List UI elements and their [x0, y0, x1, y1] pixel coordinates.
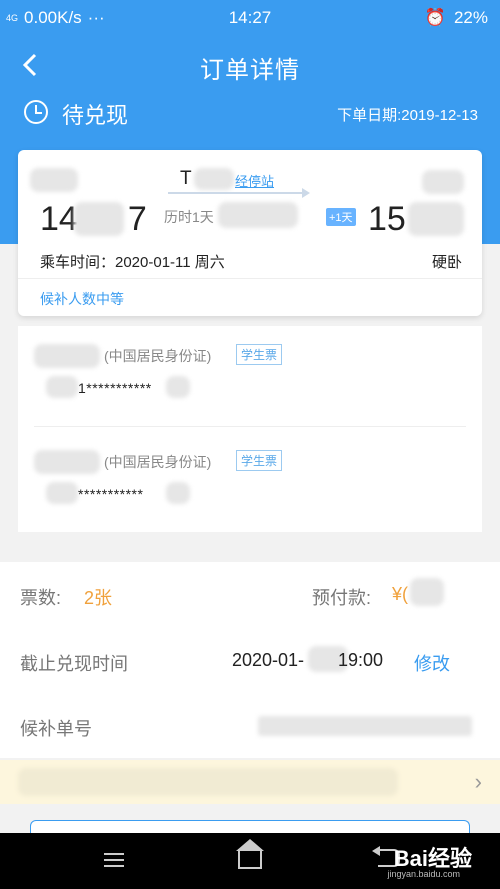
ticket-count-label: 票数: — [20, 588, 62, 608]
order-number-label: 候补单号 — [20, 719, 92, 739]
id-number: 1*********** — [78, 380, 152, 396]
page-title: 订单详情 — [200, 57, 300, 84]
train-number-redacted — [194, 168, 234, 190]
prepay-value: ¥( — [392, 584, 409, 604]
clock-icon — [24, 100, 48, 124]
order-number-redacted — [258, 716, 472, 736]
arrival-station-redacted — [422, 170, 464, 194]
id-type: (中国居民身份证) — [104, 454, 212, 470]
passenger-item[interactable]: (中国居民身份证) 学生票 *********** — [18, 432, 482, 532]
student-ticket-tag: 学生票 — [236, 450, 283, 471]
baidu-watermark-url: jingyan.baidu.com — [387, 869, 460, 879]
id-number: *********** — [78, 486, 144, 502]
id-number-redacted — [166, 376, 190, 398]
ticket-count: 2张 — [84, 588, 113, 608]
passenger-name-redacted — [34, 344, 100, 368]
trip-duration: 历时1天 — [164, 209, 214, 225]
deadline-time: 19:00 — [338, 650, 384, 670]
arrival-time-redacted — [408, 202, 464, 236]
id-type: (中国居民身份证) — [104, 348, 212, 364]
plus-days-badge: +1天 — [326, 208, 356, 226]
order-summary: 票数: 2张 预付款: ¥( 截止兑现时间 2020-01- 19:00 修改 … — [0, 562, 500, 758]
deadline-label: 截止兑现时间 — [20, 654, 128, 674]
passenger-divider — [34, 426, 466, 427]
stops-link[interactable]: 经停站 — [235, 171, 274, 190]
duration-redacted — [218, 202, 298, 228]
battery-level: 22% — [453, 8, 488, 27]
card-divider — [18, 278, 482, 279]
passenger-name-redacted — [34, 450, 100, 474]
passenger-list: (中国居民身份证) 学生票 1*********** (中国居民身份证) 学生票… — [18, 326, 482, 532]
id-number-redacted — [46, 482, 78, 504]
menu-icon[interactable] — [104, 853, 124, 867]
order-status: 待兑现 — [62, 103, 129, 128]
order-date: 下单日期:2019-12-13 — [337, 107, 478, 124]
departure-time-minute: 7 — [127, 200, 147, 238]
nav-bar: 订单详情 — [0, 36, 500, 96]
departure-time-redacted — [74, 202, 124, 236]
notice-banner[interactable]: › — [0, 760, 500, 804]
system-navigation-bar: Bai经验 jingyan.baidu.com — [0, 833, 500, 889]
prepay-redacted — [410, 578, 444, 606]
chevron-right-icon: › — [474, 769, 482, 794]
edit-button[interactable]: 修改 — [414, 650, 450, 676]
student-ticket-tag: 学生票 — [236, 344, 283, 365]
departure-station-redacted — [30, 168, 78, 192]
status-bar: 4G 0.00K/s ··· 14:27 ⏰ 22% — [0, 0, 500, 36]
arrival-time: 15 — [368, 200, 406, 238]
id-number-redacted — [166, 482, 190, 504]
train-number: T — [180, 168, 192, 189]
passenger-item[interactable]: (中国居民身份证) 学生票 1*********** — [18, 326, 482, 426]
banner-text-redacted — [18, 768, 398, 796]
seat-type: 硬卧 — [431, 254, 462, 271]
departure-time-hour: 14 — [40, 200, 78, 238]
deadline-date: 2020-01- — [232, 650, 305, 670]
prepay-label: 预付款: — [312, 588, 372, 608]
home-icon[interactable] — [236, 839, 264, 869]
trip-card: T 经停站 14 7 历时1天 +1天 15 乘车时间：2020-01-11 周六… — [18, 150, 482, 316]
id-number-redacted — [46, 376, 78, 398]
route-arrow — [168, 188, 310, 198]
waiting-status: 候补人数中等 — [40, 291, 124, 307]
status-right: ⏰ 22% — [425, 8, 488, 28]
alarm-icon: ⏰ — [424, 8, 446, 27]
boarding-time: 乘车时间：2020-01-11 周六 — [40, 254, 225, 271]
